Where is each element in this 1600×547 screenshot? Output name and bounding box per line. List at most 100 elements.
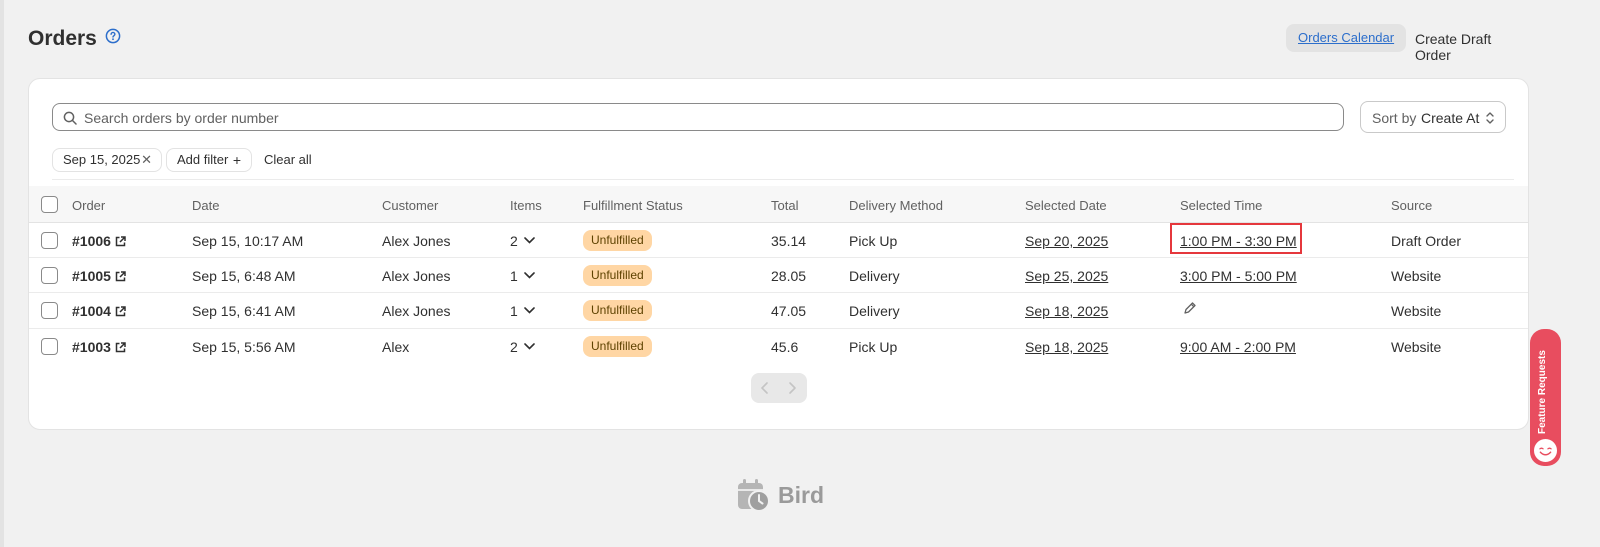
chevron-left-icon[interactable] [758,380,772,396]
table-row[interactable]: #1006 Sep 15, 10:17 AM Alex Jones 2 Unfu… [29,223,1528,258]
col-delivery-method[interactable]: Delivery Method [849,198,943,213]
items-value: 1 [510,268,518,284]
order-number-link[interactable]: #1006 [72,233,126,249]
feature-requests-tab[interactable]: Feature Requests [1530,329,1561,466]
plus-icon: + [232,152,241,168]
col-items[interactable]: Items [510,198,542,213]
sort-select[interactable]: Sort by Create At [1360,101,1506,133]
clear-all-button[interactable]: Clear all [264,152,312,167]
page-header: Orders Orders Calendar Create Draft Orde… [28,24,1530,63]
chevron-down-icon [523,237,535,244]
items-count[interactable]: 1 [510,303,535,319]
status-badge: Unfulfilled [583,300,652,321]
delivery-method: Pick Up [849,233,898,249]
order-total: 28.05 [771,268,807,284]
selected-time-link[interactable]: 3:00 PM - 5:00 PM [1180,268,1297,284]
orders-card: Search orders by order number Sort by Cr… [28,78,1529,430]
order-number: #1005 [72,268,111,284]
footer-logo: Bird [737,478,827,514]
smiley-icon [1532,437,1559,464]
order-date: Sep 15, 5:56 AM [192,339,296,355]
table-header: Order Date Customer Items Fulfillment St… [29,186,1528,223]
calendar-clock-icon [738,479,770,512]
orders-calendar-button[interactable]: Orders Calendar [1286,24,1407,52]
col-total[interactable]: Total [771,198,798,213]
selected-date-link[interactable]: Sep 25, 2025 [1025,268,1108,284]
chevron-down-icon [523,307,535,314]
order-total: 47.05 [771,303,807,319]
customer-name: Alex Jones [382,233,451,249]
select-all-checkbox[interactable] [41,196,58,213]
sort-value: Create At [1421,110,1480,126]
pencil-icon[interactable] [1183,301,1197,315]
search-placeholder: Search orders by order number [84,110,279,126]
external-link-icon [115,306,126,317]
selected-date-link[interactable]: Sep 20, 2025 [1025,233,1108,249]
selected-time-link[interactable]: 9:00 AM - 2:00 PM [1180,339,1296,355]
pagination [751,373,807,403]
order-total: 45.6 [771,339,799,355]
order-number: #1004 [72,303,111,319]
order-number-link[interactable]: #1004 [72,303,126,319]
create-draft-order-button[interactable]: Create Draft Order [1415,31,1530,63]
order-source: Website [1391,268,1442,284]
order-source: Website [1391,339,1442,355]
status-badge: Unfulfilled [583,230,652,251]
sort-prefix: Sort by [1372,110,1417,126]
order-number-link[interactable]: #1005 [72,268,126,284]
help-icon[interactable] [105,28,121,44]
search-icon [63,111,77,125]
table-row[interactable]: #1005 Sep 15, 6:48 AM Alex Jones 1 Unful… [29,258,1528,293]
remove-filter-icon[interactable]: ✕ [141,149,152,171]
add-filter-button[interactable]: Add filter + [166,148,252,172]
selected-date-link[interactable]: Sep 18, 2025 [1025,303,1108,319]
page-title: Orders [28,27,97,50]
page-left-border [0,0,4,547]
col-customer[interactable]: Customer [382,198,438,213]
order-date: Sep 15, 6:41 AM [192,303,296,319]
date-filter-chip[interactable]: Sep 15, 2025 ✕ [52,148,162,172]
col-source[interactable]: Source [1391,198,1432,213]
add-filter-label: Add filter [177,152,229,167]
external-link-icon [115,342,126,353]
status-badge: Unfulfilled [583,336,652,357]
items-count[interactable]: 2 [510,339,535,355]
row-checkbox[interactable] [41,232,58,249]
col-order[interactable]: Order [72,198,105,213]
order-number: #1003 [72,339,111,355]
items-count[interactable]: 1 [510,268,535,284]
items-value: 1 [510,303,518,319]
row-checkbox[interactable] [41,267,58,284]
selected-time-link[interactable]: 1:00 PM - 3:30 PM [1180,233,1297,249]
order-source: Website [1391,303,1442,319]
delivery-method: Delivery [849,303,900,319]
chevron-down-icon [523,343,535,350]
table-row[interactable]: #1003 Sep 15, 5:56 AM Alex 2 Unfulfilled… [29,329,1528,364]
order-date: Sep 15, 10:17 AM [192,233,304,249]
col-fulfillment-status[interactable]: Fulfillment Status [583,198,683,213]
row-checkbox[interactable] [41,338,58,355]
order-number-link[interactable]: #1003 [72,339,126,355]
items-count[interactable]: 2 [510,233,535,249]
feature-requests-label: Feature Requests [1537,350,1548,434]
order-date: Sep 15, 6:48 AM [192,268,296,284]
customer-name: Alex Jones [382,303,451,319]
col-selected-time[interactable]: Selected Time [1180,198,1262,213]
chevron-right-icon[interactable] [785,380,799,396]
order-total: 35.14 [771,233,807,249]
customer-name: Alex [382,339,410,355]
table-row[interactable]: #1004 Sep 15, 6:41 AM Alex Jones 1 Unful… [29,293,1528,329]
brand-name: Bird [778,482,824,508]
chevron-down-icon [523,272,535,279]
items-value: 2 [510,233,518,249]
external-link-icon [115,271,126,282]
customer-name: Alex Jones [382,268,451,284]
status-badge: Unfulfilled [583,265,652,286]
divider [52,179,1514,180]
external-link-icon [115,236,126,247]
search-input[interactable]: Search orders by order number [52,103,1344,131]
col-selected-date[interactable]: Selected Date [1025,198,1107,213]
row-checkbox[interactable] [41,302,58,319]
col-date[interactable]: Date [192,198,219,213]
selected-date-link[interactable]: Sep 18, 2025 [1025,339,1108,355]
